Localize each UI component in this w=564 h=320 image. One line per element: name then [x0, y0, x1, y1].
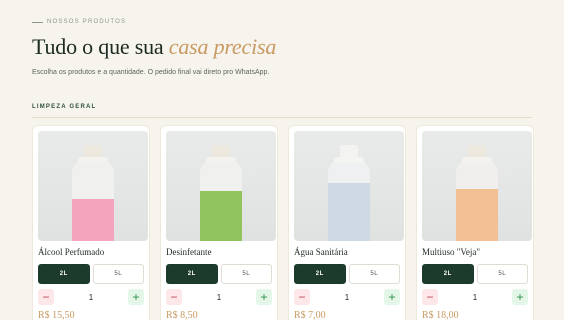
- quantity-value: 1: [344, 292, 350, 302]
- plus-icon[interactable]: +: [255, 289, 272, 305]
- bottle-illustration: [328, 145, 370, 241]
- page-title: Tudo o que sua casa precisa: [32, 34, 276, 60]
- quantity-stepper: − 1 +: [422, 289, 528, 305]
- product-card: Desinfetante 2L 5L − 1 + R$ 8,50: [160, 125, 278, 320]
- bottle-neck: [462, 157, 492, 163]
- minus-icon[interactable]: −: [422, 289, 438, 305]
- bottle-liquid: [72, 199, 114, 241]
- quantity-value: 1: [88, 292, 94, 302]
- product-name: Álcool Perfumado: [38, 247, 105, 257]
- size-option-5l[interactable]: 5L: [348, 264, 400, 284]
- minus-icon[interactable]: −: [294, 289, 310, 305]
- size-option-2l[interactable]: 2L: [294, 264, 346, 284]
- bottle-liquid: [328, 183, 370, 241]
- bottle-neck: [78, 157, 108, 163]
- size-selector: 2L 5L: [422, 264, 528, 284]
- quantity-stepper: − 1 +: [166, 289, 272, 305]
- size-selector: 2L 5L: [38, 264, 144, 284]
- product-price: R$ 18,00: [422, 310, 459, 320]
- quantity-stepper: − 1 +: [294, 289, 400, 305]
- product-name: Multiuso "Veja": [422, 247, 481, 257]
- size-option-2l[interactable]: 2L: [166, 264, 218, 284]
- size-option-2l[interactable]: 2L: [422, 264, 474, 284]
- plus-icon[interactable]: +: [383, 289, 400, 305]
- section-divider: [32, 117, 532, 118]
- product-name: Água Sanitária: [294, 247, 348, 257]
- size-selector: 2L 5L: [294, 264, 400, 284]
- product-price: R$ 8,50: [166, 310, 198, 320]
- bottle-liquid: [456, 189, 498, 241]
- quantity-value: 1: [472, 292, 478, 302]
- eyebrow-rule: [32, 21, 43, 23]
- size-option-5l[interactable]: 5L: [476, 264, 528, 284]
- product-name: Desinfetante: [166, 247, 212, 257]
- product-card: Multiuso "Veja" 2L 5L − 1 + R$ 18,00: [416, 125, 534, 320]
- eyebrow: NOSSOS PRODUTOS: [32, 19, 126, 25]
- product-image: [422, 131, 532, 241]
- bottle-illustration: [72, 145, 114, 241]
- page-description: Escolha os produtos e a quantidade. O pe…: [32, 69, 270, 76]
- bottle-illustration: [200, 145, 242, 241]
- minus-icon[interactable]: −: [38, 289, 54, 305]
- quantity-value: 1: [216, 292, 222, 302]
- bottle-neck: [334, 157, 364, 163]
- product-image: [38, 131, 148, 241]
- page-title-main: Tudo o que sua: [32, 34, 169, 59]
- quantity-stepper: − 1 +: [38, 289, 144, 305]
- size-option-2l[interactable]: 2L: [38, 264, 90, 284]
- plus-icon[interactable]: +: [511, 289, 528, 305]
- product-grid: Álcool Perfumado 2L 5L − 1 + R$ 15,50 De…: [32, 125, 534, 320]
- bottle-liquid: [200, 191, 242, 241]
- product-image: [166, 131, 276, 241]
- size-option-5l[interactable]: 5L: [92, 264, 144, 284]
- bottle-neck: [206, 157, 236, 163]
- eyebrow-text: NOSSOS PRODUTOS: [47, 19, 127, 25]
- bottle-illustration: [456, 145, 498, 241]
- product-price: R$ 15,50: [38, 310, 75, 320]
- product-price: R$ 7,00: [294, 310, 326, 320]
- page-title-accent: casa precisa: [168, 34, 277, 59]
- size-option-5l[interactable]: 5L: [220, 264, 272, 284]
- size-selector: 2L 5L: [166, 264, 272, 284]
- product-card: Álcool Perfumado 2L 5L − 1 + R$ 15,50: [32, 125, 150, 320]
- product-card: Água Sanitária 2L 5L − 1 + R$ 7,00: [288, 125, 406, 320]
- section-label: LIMPEZA GERAL: [32, 104, 97, 110]
- product-image: [294, 131, 404, 241]
- plus-icon[interactable]: +: [127, 289, 144, 305]
- minus-icon[interactable]: −: [166, 289, 182, 305]
